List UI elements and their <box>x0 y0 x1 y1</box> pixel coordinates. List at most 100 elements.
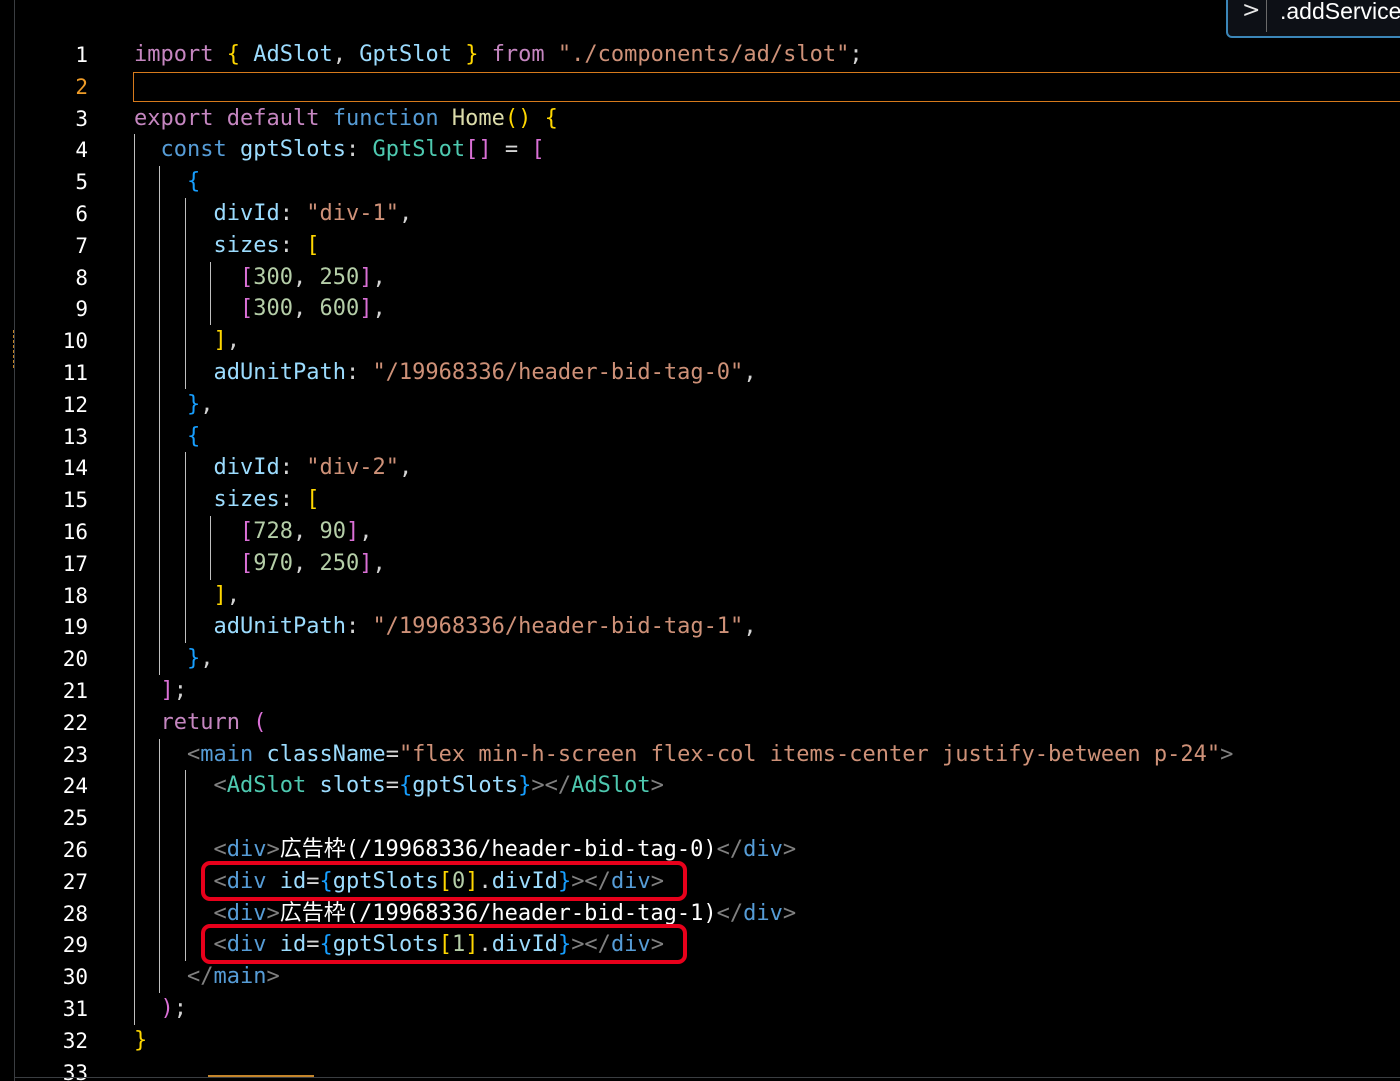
code-content[interactable]: ); <box>134 993 188 1025</box>
code-token: import <box>134 42 214 67</box>
code-content[interactable]: }, <box>134 389 214 421</box>
code-line[interactable]: 23 <main className="flex min-h-screen fl… <box>0 739 1400 771</box>
code-content[interactable]: adUnitPath: "/19968336/header-bid-tag-1"… <box>134 611 756 643</box>
code-editor[interactable]: 1 import { AdSlot, GptSlot } from "./comp… <box>0 0 1400 1081</box>
code-line[interactable]: 5 { <box>0 166 1400 198</box>
code-content[interactable]: [300, 250], <box>134 262 386 294</box>
line-number[interactable]: 12 <box>0 389 88 421</box>
code-content[interactable]: { <box>134 166 200 198</box>
line-number[interactable]: 21 <box>0 675 88 707</box>
code-content[interactable]: ], <box>134 325 240 357</box>
code-content[interactable]: <AdSlot slots={gptSlots}></AdSlot> <box>134 770 663 802</box>
code-token: : <box>279 487 307 513</box>
code-line[interactable]: 25 <box>0 802 1400 834</box>
line-number[interactable]: 26 <box>0 834 88 866</box>
code-token: , <box>372 264 386 290</box>
line-number[interactable]: 13 <box>0 421 88 453</box>
code-content[interactable]: adUnitPath: "/19968336/header-bid-tag-0"… <box>134 357 756 389</box>
code-line[interactable]: 31 ); <box>0 993 1400 1025</box>
code-line[interactable]: 9 [300, 600], <box>0 293 1400 325</box>
code-line[interactable]: 19 adUnitPath: "/19968336/header-bid-tag… <box>0 611 1400 643</box>
line-number[interactable]: 4 <box>0 134 88 166</box>
line-number[interactable]: 24 <box>0 770 88 802</box>
code-line[interactable]: 8 [300, 250], <box>0 262 1400 294</box>
code-line[interactable]: 1 import { AdSlot, GptSlot } from "./comp… <box>0 39 1400 71</box>
line-number[interactable]: 25 <box>0 802 88 834</box>
code-content[interactable]: import { AdSlot, GptSlot } from "./compo… <box>134 39 863 71</box>
line-number[interactable]: 19 <box>0 611 88 643</box>
code-line[interactable]: 24 <AdSlot slots={gptSlots}></AdSlot> <box>0 770 1400 802</box>
code-content[interactable]: <main className="flex min-h-screen flex-… <box>134 739 1233 771</box>
breadcrumb-symbol[interactable]: .addService <box>1280 0 1400 25</box>
code-token: { <box>544 105 558 131</box>
line-number[interactable]: 17 <box>0 548 88 580</box>
line-number[interactable]: 15 <box>0 484 88 516</box>
line-number[interactable]: 1 <box>0 39 88 71</box>
code-line[interactable]: 11 adUnitPath: "/19968336/header-bid-tag… <box>0 357 1400 389</box>
code-line[interactable]: 30 </main> <box>0 961 1400 993</box>
line-number[interactable]: 5 <box>0 166 88 198</box>
line-number[interactable]: 29 <box>0 929 88 961</box>
code-content[interactable]: ], <box>134 580 240 612</box>
code-content[interactable]: [300, 600], <box>134 293 386 325</box>
code-content[interactable]: [970, 250], <box>134 548 386 580</box>
chevron-right-icon[interactable]: > <box>1242 0 1260 23</box>
red-highlight-box <box>201 924 687 965</box>
line-number[interactable]: 27 <box>0 866 88 898</box>
code-content[interactable]: { <box>134 421 200 453</box>
bottom-scroll-indicator[interactable] <box>208 1075 314 1077</box>
code-line[interactable]: 20 }, <box>0 643 1400 675</box>
code-line[interactable]: 12 }, <box>0 389 1400 421</box>
code-token: [ <box>239 264 254 290</box>
code-line[interactable]: 21 ]; <box>0 675 1400 707</box>
line-number[interactable]: 9 <box>0 293 88 325</box>
code-content[interactable]: export default function Home() { <box>134 103 558 135</box>
code-line[interactable]: 18 ], <box>0 580 1400 612</box>
code-line[interactable]: 4 const gptSlots: GptSlot[] = [ <box>0 134 1400 166</box>
code-line[interactable]: 7 sizes: [ <box>0 230 1400 262</box>
code-content[interactable]: }, <box>134 643 214 675</box>
code-line[interactable]: 15 sizes: [ <box>0 484 1400 516</box>
code-line[interactable]: 16 [728, 90], <box>0 516 1400 548</box>
line-number[interactable]: 8 <box>0 262 88 294</box>
code-content[interactable]: const gptSlots: GptSlot[] = [ <box>134 134 545 166</box>
line-number[interactable]: 32 <box>0 1025 88 1057</box>
code-content[interactable]: divId: "div-2", <box>134 452 412 484</box>
line-number[interactable]: 10 <box>0 325 88 357</box>
code-line[interactable]: 10 ], <box>0 325 1400 357</box>
code-line[interactable]: 13 { <box>0 421 1400 453</box>
line-number[interactable]: 18 <box>0 580 88 612</box>
code-content[interactable]: return ( <box>134 707 267 739</box>
line-number[interactable]: 6 <box>0 198 88 230</box>
code-content[interactable]: sizes: [ <box>134 230 319 262</box>
line-number[interactable]: 22 <box>0 707 88 739</box>
code-content[interactable]: } <box>134 1025 147 1057</box>
code-content[interactable]: ]; <box>134 675 188 707</box>
line-number[interactable]: 11 <box>0 357 88 389</box>
code-line[interactable]: 17 [970, 250], <box>0 548 1400 580</box>
code-token: { <box>398 773 413 799</box>
line-number[interactable]: 16 <box>0 516 88 548</box>
code-line[interactable]: 32} <box>0 1025 1400 1057</box>
line-number[interactable]: 14 <box>0 452 88 484</box>
line-number[interactable]: 30 <box>0 961 88 993</box>
code-content[interactable]: </main> <box>134 961 280 993</box>
line-number[interactable]: 7 <box>0 230 88 262</box>
line-number[interactable]: 2 <box>0 71 88 103</box>
line-number[interactable]: 23 <box>0 739 88 771</box>
code-content[interactable]: sizes: [ <box>134 484 319 516</box>
line-number[interactable]: 20 <box>0 643 88 675</box>
line-number[interactable]: 28 <box>0 898 88 930</box>
code-content[interactable]: divId: "div-1", <box>134 198 412 230</box>
sticky-breadcrumb[interactable]: > .addService <box>1226 0 1400 38</box>
line-number[interactable]: 31 <box>0 993 88 1025</box>
code-line[interactable]: 22 return ( <box>0 707 1400 739</box>
code-line[interactable]: 3 export default function Home() { <box>0 103 1400 135</box>
line-number[interactable]: 3 <box>0 103 88 135</box>
code-line[interactable]: 14 divId: "div-2", <box>0 452 1400 484</box>
code-line[interactable]: 6 divId: "div-1", <box>0 198 1400 230</box>
code-line[interactable]: 2 <box>0 71 1400 103</box>
code-content[interactable]: [728, 90], <box>134 516 373 548</box>
